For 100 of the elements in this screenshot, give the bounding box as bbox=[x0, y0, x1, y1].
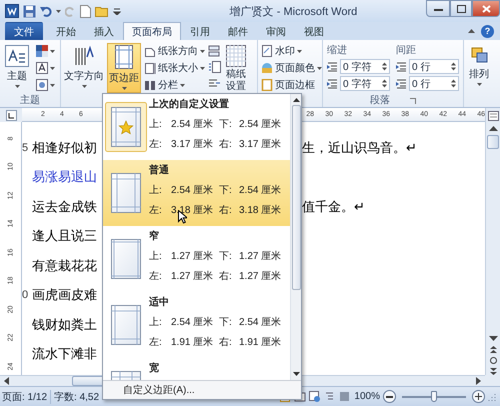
effects-icon bbox=[36, 79, 48, 91]
scroll-down-icon[interactable] bbox=[488, 336, 498, 342]
preset-title: 宽 bbox=[149, 363, 160, 375]
scrollbar-thumb[interactable] bbox=[292, 105, 300, 290]
ribbon-tab[interactable]: 视图 bbox=[295, 22, 333, 40]
margin-value: 1.27 厘米 bbox=[239, 250, 282, 263]
ribbon-button[interactable]: 分栏 bbox=[142, 77, 207, 93]
collapse-ribbon-icon[interactable] bbox=[468, 29, 475, 33]
margin-preset-item[interactable]: 普通 上: 2.54 厘米 下: 2.54 厘米 左: 3.18 厘米 右: 3.18 厘米 bbox=[103, 160, 290, 226]
margin-label: 右: bbox=[219, 138, 233, 151]
spinner-field[interactable]: 0 字符 bbox=[340, 76, 390, 91]
resize-grip-icon bbox=[488, 392, 496, 400]
ribbon-tab[interactable]: 邮件 bbox=[219, 22, 257, 40]
zoom-slider-thumb[interactable] bbox=[431, 391, 437, 402]
margin-value: 1.91 厘米 bbox=[171, 336, 214, 349]
margin-preset-item[interactable]: 窄 上: 1.27 厘米 下: 1.27 厘米 左: 1.27 厘米 右: 1.27 厘米 bbox=[103, 226, 290, 292]
text-line: 逢人且说三 bbox=[32, 227, 97, 246]
text-direction-icon bbox=[74, 45, 94, 67]
hyphenation-icon[interactable] bbox=[208, 77, 223, 89]
margin-label: 下: bbox=[219, 184, 233, 197]
ribbon-tab[interactable]: 审阅 bbox=[257, 22, 295, 40]
ribbon-tab[interactable]: 插入 bbox=[85, 22, 123, 40]
theme-fonts-button[interactable] bbox=[34, 60, 57, 76]
indent-icon bbox=[327, 62, 338, 72]
ribbon-tab[interactable]: 文件 bbox=[5, 22, 43, 40]
maximize-button[interactable] bbox=[450, 0, 472, 17]
zoom-out-button[interactable] bbox=[383, 390, 396, 403]
text-line: 生，近山识鸟音。↵ bbox=[302, 138, 417, 157]
zoom-level[interactable]: 100% bbox=[354, 391, 380, 402]
ribbon-button[interactable]: 页面边框 bbox=[259, 77, 324, 93]
scrollbar-thumb[interactable] bbox=[487, 135, 499, 149]
margins-button[interactable]: 页边距 bbox=[107, 43, 141, 93]
scroll-right-icon[interactable] bbox=[476, 377, 482, 385]
grid-paper-icon bbox=[226, 45, 246, 67]
undo-icon[interactable] bbox=[40, 5, 52, 17]
ribbon-tab[interactable]: 页面布局 bbox=[123, 22, 181, 40]
scroll-up-icon[interactable] bbox=[292, 98, 300, 102]
watermark-icon bbox=[261, 45, 273, 57]
text-line: 运去金成铁 bbox=[32, 198, 97, 216]
spinner-field[interactable]: 0 行 bbox=[409, 76, 459, 91]
margin-value: 2.54 厘米 bbox=[171, 118, 214, 131]
text-direction-button[interactable]: 文字方向 bbox=[62, 43, 106, 93]
ribbon-tab[interactable]: 引用 bbox=[181, 22, 219, 40]
arrange-button[interactable]: 排列 bbox=[467, 43, 491, 93]
spin-arrows-icon bbox=[451, 62, 456, 71]
word-count[interactable]: 字数: 4,52 bbox=[54, 390, 100, 404]
minus-icon bbox=[386, 396, 393, 398]
theme-effects-button[interactable] bbox=[34, 77, 57, 93]
browse-object-icon[interactable] bbox=[490, 357, 496, 364]
spin-arrows-icon bbox=[451, 79, 456, 88]
plus-icon bbox=[475, 393, 482, 400]
themes-icon bbox=[5, 45, 29, 67]
help-button[interactable]: ? bbox=[481, 24, 494, 38]
ribbon-button[interactable]: 页面颜色 bbox=[259, 60, 324, 76]
arrange-icon bbox=[469, 45, 489, 65]
previous-page-icon[interactable] bbox=[490, 346, 496, 353]
spinner-field[interactable]: 0 行 bbox=[409, 59, 459, 74]
paper-size-icon bbox=[144, 62, 156, 74]
new-document-icon[interactable] bbox=[80, 4, 91, 18]
margin-label: 下: bbox=[219, 118, 233, 131]
margin-label: 下: bbox=[219, 316, 233, 329]
spinner-field[interactable]: 0 字符 bbox=[340, 59, 390, 74]
margin-label: 右: bbox=[219, 270, 233, 283]
caret-icon bbox=[50, 50, 55, 52]
page-color-icon bbox=[261, 62, 273, 74]
ribbon-tab[interactable]: 开始 bbox=[47, 22, 85, 40]
margin-preset-item[interactable]: 上次的自定义设置 上: 2.54 厘米 下: 2.54 厘米 左: 3.17 厘米 右: 3.17 厘米 bbox=[103, 94, 290, 160]
ribbon-button[interactable]: 纸张方向 bbox=[142, 43, 207, 59]
web-layout-icon[interactable] bbox=[309, 391, 322, 402]
next-page-icon[interactable] bbox=[490, 368, 496, 375]
close-button[interactable] bbox=[472, 0, 500, 17]
text-line: 有意栽花花 bbox=[32, 256, 97, 275]
margin-label: 上: bbox=[149, 250, 163, 263]
save-icon[interactable] bbox=[23, 4, 36, 18]
scroll-left-icon[interactable] bbox=[3, 377, 9, 385]
margin-value: 3.18 厘米 bbox=[171, 204, 214, 217]
spacing-icon bbox=[396, 62, 407, 72]
word-logo-icon[interactable] bbox=[5, 4, 19, 18]
draft-paper-button[interactable]: 稿纸设置 bbox=[224, 43, 248, 93]
theme-colors-button[interactable] bbox=[34, 43, 57, 59]
line-numbers-icon[interactable] bbox=[208, 61, 223, 73]
tab-selector-icon[interactable] bbox=[6, 110, 16, 120]
margin-preset-item[interactable]: 适中 上: 2.54 厘米 下: 2.54 厘米 左: 1.91 厘米 右: 1.91 厘米 bbox=[103, 292, 290, 358]
indent-label: 缩进 bbox=[327, 44, 348, 57]
ribbon-button[interactable]: 水印 bbox=[259, 43, 324, 59]
ribbon-button[interactable]: 纸张大小 bbox=[142, 60, 207, 76]
text-line: 值千金。↵ bbox=[302, 198, 365, 216]
scroll-up-icon[interactable] bbox=[488, 125, 498, 131]
caret-icon bbox=[317, 66, 322, 70]
customize-toolbar-icon[interactable] bbox=[113, 7, 121, 15]
themes-button[interactable]: 主题 bbox=[3, 43, 31, 93]
minimize-button[interactable] bbox=[426, 0, 450, 17]
dialog-launcher-icon[interactable] bbox=[410, 98, 416, 104]
close-icon bbox=[482, 4, 490, 12]
caret-icon bbox=[50, 84, 55, 86]
ruler-toggle-icon[interactable] bbox=[488, 111, 498, 121]
page-count[interactable]: 页面: 1/12 bbox=[2, 390, 48, 404]
zoom-in-button[interactable] bbox=[472, 390, 485, 403]
caret-icon bbox=[297, 50, 302, 52]
columns-icon bbox=[144, 78, 156, 92]
